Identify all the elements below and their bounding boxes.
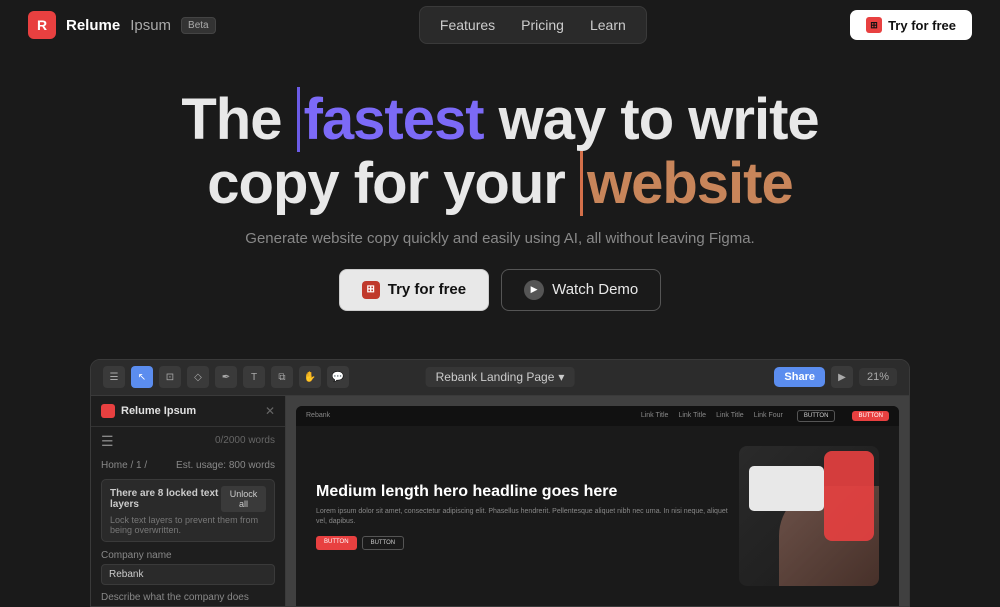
breadcrumb-row: Home / 1 / Est. usage: 800 words [101,460,275,471]
hero-button-group: ⊞ Try for free ▶ Watch Demo [20,269,980,311]
nav-try-label: Try for free [888,18,956,33]
nav-try-button[interactable]: ⊞ Try for free [850,10,972,40]
toolbar-menu-icon[interactable]: ☰ [103,366,125,388]
preview-outline-btn: BUTTON [362,536,405,550]
nav-link-features[interactable]: Features [430,13,505,37]
hero-title-mid: way to write [484,87,819,152]
preview-nav-btn-primary: BUTTON [852,411,889,421]
preview-nav-link1: Link Title [641,412,669,419]
nav-link-pricing[interactable]: Pricing [511,13,574,37]
company-desc-label: Describe what the company does [101,592,275,603]
preview-nav-btn-outline: BUTTON [797,410,836,422]
present-icon[interactable]: ▶ [831,366,853,388]
plugin-title-text: Relume Ipsum [121,405,196,417]
navbar: R Relume Ipsum Beta Features Pricing Lea… [0,0,1000,50]
toolbar-tools: ☰ ↖ ⊡ ◇ ✒ T ⧉ ✋ 💬 [103,366,349,388]
preview-hero-image [739,446,879,586]
phone-mockup [824,451,874,541]
play-icon: ▶ [524,280,544,300]
preview-nav-link3: Link Title [716,412,744,419]
figma-content: Relume Ipsum ✕ ☰ 0/2000 words Home / 1 /… [91,396,909,606]
plugin-header: Relume Ipsum ✕ [91,396,285,427]
toolbar-frame-icon[interactable]: ⊡ [159,366,181,388]
nav-link-learn[interactable]: Learn [580,13,636,37]
company-name-label: Company name [101,550,275,561]
preview-nav-link4: Link Four [754,412,783,419]
hero-demo-label: Watch Demo [552,281,638,298]
toolbar-actions: Share ▶ 21% [774,366,897,388]
est-usage: Est. usage: 800 words [176,460,275,471]
plugin-close-icon[interactable]: ✕ [265,404,275,418]
preview-primary-btn: BUTTON [316,536,357,550]
plugin-body: ☰ 0/2000 words Home / 1 / Est. usage: 80… [91,427,285,606]
plugin-menu-icon[interactable]: ☰ [101,433,114,450]
hero-try-icon: ⊞ [362,281,380,299]
hero-highlight-fastest: fastest [297,87,484,152]
hero-section: The fastest way to write copy for your w… [0,50,1000,359]
preview-hero-title: Medium length hero headline goes here [316,482,739,501]
product-name: Ipsum [130,17,171,34]
landing-preview: Rebank Link Title Link Title Link Title … [296,406,899,606]
page-title[interactable]: Rebank Landing Page ▾ [426,367,575,387]
plugin-logo [101,404,115,418]
hero-title-copy: copy for your [207,151,580,216]
locked-header: There are 8 locked text layers Unlock al… [110,486,266,512]
preview-nav: Rebank Link Title Link Title Link Title … [296,406,899,426]
toolbar-select-icon[interactable]: ↖ [131,366,153,388]
hero-title-prefix: The [181,87,296,152]
unlock-button[interactable]: Unlock all [221,486,266,512]
chevron-down-icon: ▾ [558,370,564,384]
toolbar-pen-icon[interactable]: ✒ [215,366,237,388]
preview-nav-link2: Link Title [678,412,706,419]
beta-badge: Beta [181,17,216,34]
figma-toolbar: ☰ ↖ ⊡ ◇ ✒ T ⧉ ✋ 💬 Rebank Landing Page ▾ … [91,360,909,396]
toolbar-comment-icon[interactable]: 💬 [327,366,349,388]
locked-desc: Lock text layers to prevent them from be… [110,515,266,535]
locked-notice: There are 8 locked text layers Unlock al… [101,479,275,542]
preview-buttons: BUTTON BUTTON [316,536,739,550]
share-button[interactable]: Share [774,367,825,387]
word-count: 0/2000 words [215,435,275,446]
hero-highlight-website: website [580,151,793,216]
toolbar-text-icon[interactable]: T [243,366,265,388]
toolbar-page: Rebank Landing Page ▾ [426,367,575,387]
locked-title: There are 8 locked text layers [110,488,221,510]
hero-title: The fastest way to write copy for your w… [20,88,980,216]
nav-try-icon: ⊞ [866,17,882,33]
logo-icon: R [28,11,56,39]
card-mockup [749,466,824,511]
nav-links: Features Pricing Learn [419,6,647,44]
company-name-input[interactable]: Rebank [101,564,275,585]
plugin-panel: Relume Ipsum ✕ ☰ 0/2000 words Home / 1 /… [91,396,286,606]
brand-name: Relume [66,17,120,34]
toolbar-shape-icon[interactable]: ◇ [187,366,209,388]
nav-cta: ⊞ Try for free [850,10,972,40]
preview-hero-subtitle: Lorem ipsum dolor sit amet, consectetur … [316,507,739,528]
toolbar-component-icon[interactable]: ⧉ [271,366,293,388]
breadcrumb-path: Home / 1 / [101,460,147,471]
zoom-level[interactable]: 21% [859,368,897,386]
figma-screenshot: ☰ ↖ ⊡ ◇ ✒ T ⧉ ✋ 💬 Rebank Landing Page ▾ … [90,359,910,607]
hero-try-button[interactable]: ⊞ Try for free [339,269,489,311]
preview-hero-content: Medium length hero headline goes here Lo… [316,482,739,550]
hero-subtitle: Generate website copy quickly and easily… [20,230,980,247]
hero-demo-button[interactable]: ▶ Watch Demo [501,269,661,311]
figma-canvas: Rebank Link Title Link Title Link Title … [286,396,909,606]
plugin-title-group: Relume Ipsum [101,404,196,418]
toolbar-hand-icon[interactable]: ✋ [299,366,321,388]
nav-logo-group: R Relume Ipsum Beta [28,11,216,39]
page-title-text: Rebank Landing Page [436,370,555,384]
hero-try-label: Try for free [388,281,466,298]
preview-hero: Medium length hero headline goes here Lo… [296,426,899,596]
preview-brand: Rebank [306,412,330,419]
